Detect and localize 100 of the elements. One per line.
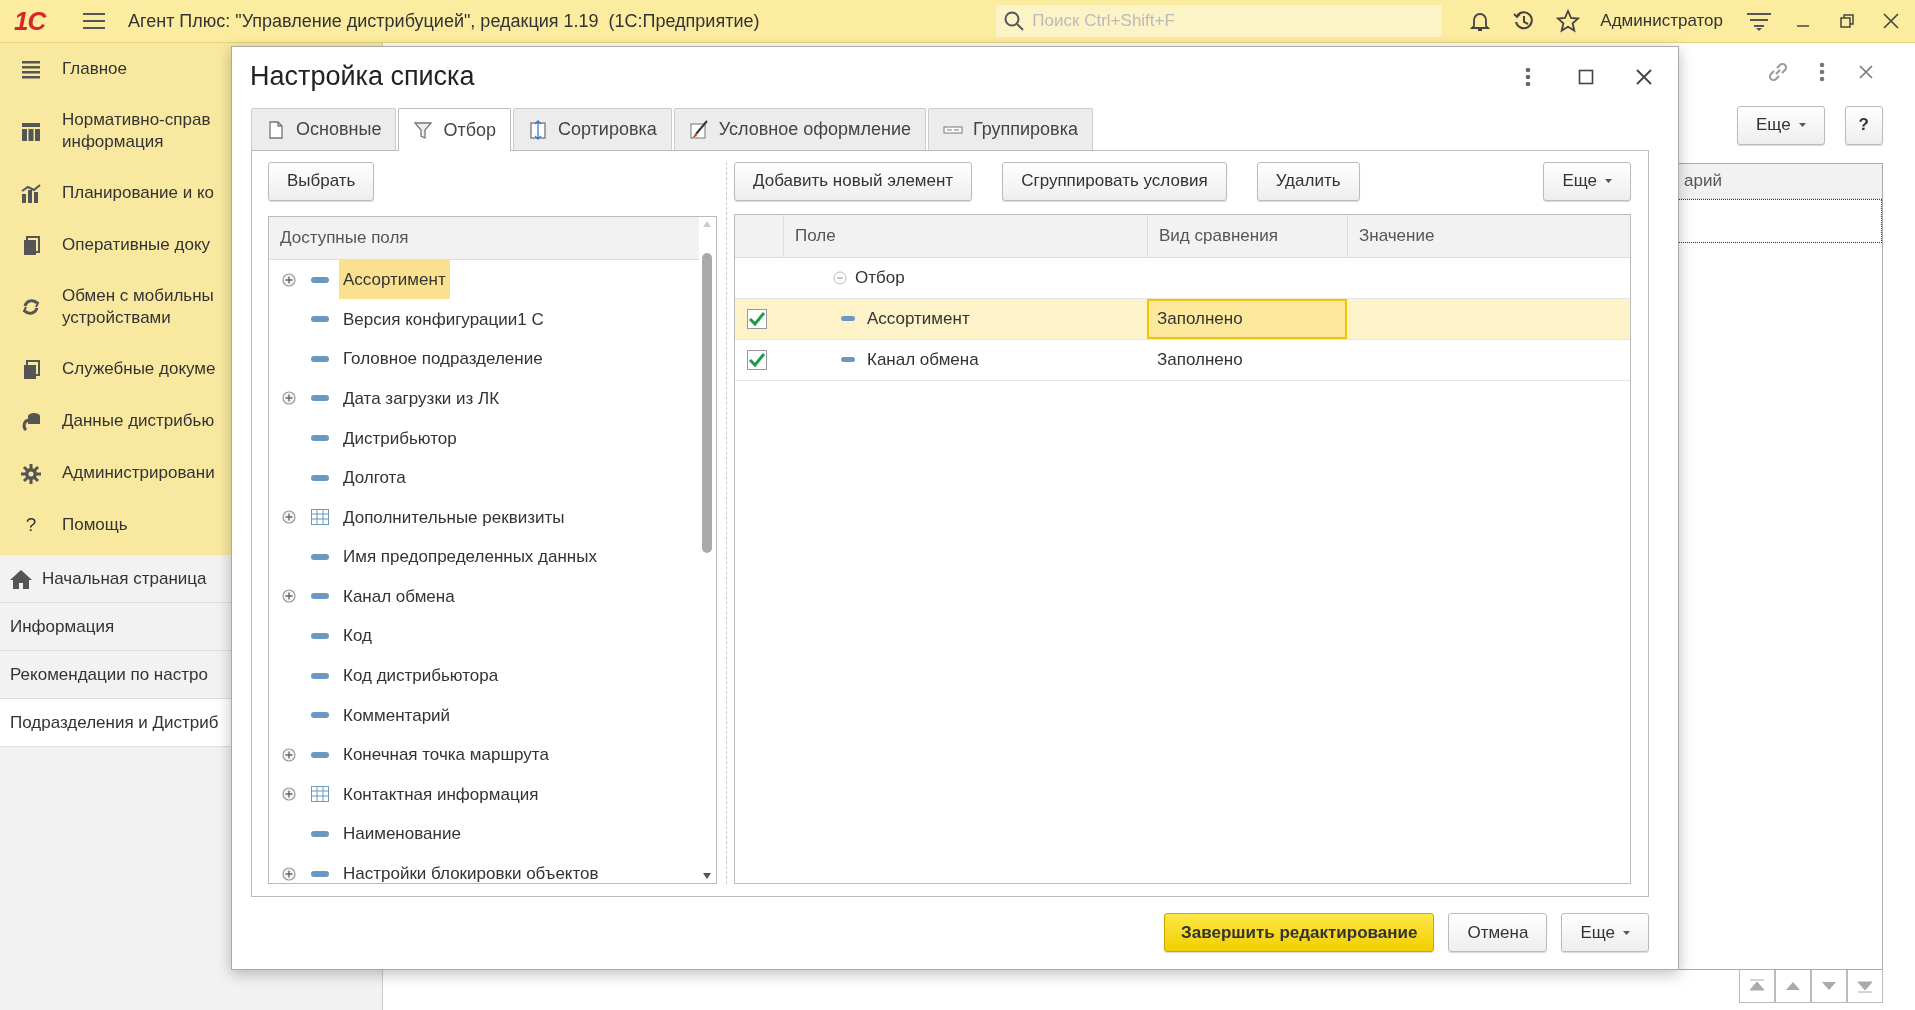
scroll-down-icon[interactable] <box>703 872 711 879</box>
field-name: Конечная точка маршрута <box>342 744 550 767</box>
more-button[interactable]: Еще <box>1737 105 1825 145</box>
last-page-icon[interactable] <box>1847 970 1883 1003</box>
field-icon <box>311 355 329 362</box>
choose-button[interactable]: Выбрать <box>268 161 375 201</box>
field-icon <box>311 316 329 323</box>
field-icon <box>311 395 329 402</box>
field-name: Долгота <box>342 467 407 490</box>
column-header[interactable]: арий <box>1684 171 1722 191</box>
section-item[interactable]: Оперативные доку <box>62 234 211 256</box>
field-icon <box>311 830 329 837</box>
toolbar-button[interactable]: Удалить <box>1256 161 1360 201</box>
table-icon <box>311 509 329 526</box>
expand-icon <box>282 589 296 604</box>
checkbox[interactable] <box>747 308 767 329</box>
column-header[interactable]: Поле <box>795 225 836 246</box>
table-cell: Канал обмена <box>867 349 979 370</box>
section-item[interactable]: Обмен с мобильны устройствами <box>62 285 214 329</box>
caret-icon <box>1605 179 1612 184</box>
table-cell: Заполнено <box>1157 349 1243 370</box>
tree-item[interactable]: Версия конфигурации1 С <box>269 299 716 339</box>
scrollbar[interactable] <box>701 220 713 879</box>
field-icon <box>311 474 329 481</box>
filter-row[interactable]: Ассортимент Заполнено <box>735 298 1630 340</box>
expand-icon <box>282 391 296 406</box>
tab[interactable]: Основные <box>251 108 397 150</box>
expand-icon <box>282 747 296 762</box>
search-icon <box>1004 11 1025 31</box>
more-button[interactable]: Еще <box>1543 161 1631 201</box>
funnel-icon <box>413 120 434 141</box>
tab[interactable]: Отбор <box>398 108 511 151</box>
window-title: Агент Плюс: "Управление дистрибуцией", редакция 1.19 (1С:Предприятие) <box>128 10 760 32</box>
field-icon <box>311 276 329 283</box>
help-button[interactable]: ? <box>1844 105 1883 145</box>
form-title: Рекомендации по настро <box>10 664 208 685</box>
tree-item[interactable]: Наименование <box>269 814 716 854</box>
field-name: Настройки блокировки объектов <box>342 863 600 883</box>
previous-icon[interactable] <box>1775 970 1811 1003</box>
field-name: Контактная информация <box>342 783 540 806</box>
tab[interactable]: Сортировка <box>513 108 672 150</box>
field-name: Головное подразделение <box>342 348 544 371</box>
cancel-button[interactable]: Отмена <box>1448 913 1548 953</box>
field-icon <box>311 672 329 679</box>
home-icon <box>10 568 32 589</box>
toolbar-button[interactable]: Добавить новый элемент <box>734 161 973 201</box>
tab[interactable]: Условное оформление <box>673 108 926 150</box>
tree-item[interactable]: Настройки блокировки объектов <box>269 853 716 883</box>
first-page-icon[interactable] <box>1739 970 1775 1003</box>
column-header[interactable]: Значение <box>1359 225 1435 246</box>
finish-editing-button[interactable]: Завершить редактирование <box>1164 913 1435 953</box>
section-item[interactable]: Нормативно-справ информация <box>62 109 211 153</box>
dialog-title: Настройка списка <box>250 61 475 93</box>
toolbar-button[interactable]: Сгруппировать условия <box>1002 161 1227 201</box>
tree-item[interactable]: Ассортимент <box>269 259 716 300</box>
logo[interactable]: 1С <box>14 5 72 37</box>
field-name: Ассортимент <box>339 260 450 300</box>
brush-icon <box>688 119 709 140</box>
document-icon <box>266 119 286 140</box>
section-item[interactable]: Планирование и ко <box>62 182 215 204</box>
field-icon <box>311 751 329 758</box>
field-name: Код <box>342 625 373 648</box>
field-icon <box>311 553 329 560</box>
tree-item[interactable]: Контактная информация <box>269 774 716 815</box>
tree-item[interactable]: Дополнительные реквизиты <box>269 497 716 537</box>
expand-icon <box>282 787 296 802</box>
column-header[interactable]: Вид сравнения <box>1159 225 1278 246</box>
more-button[interactable]: Еще <box>1561 913 1649 953</box>
sort-icon <box>528 119 548 140</box>
expand-icon <box>282 866 296 881</box>
user-name[interactable]: Администратор <box>1600 11 1723 31</box>
help-glyph[interactable]: ? <box>20 514 42 536</box>
form-title: Начальная страница <box>42 568 207 589</box>
form-title: Информация <box>10 616 115 637</box>
table-cell: Заполнено <box>1157 308 1243 329</box>
section-item[interactable]: Администрировани <box>62 462 215 484</box>
tab[interactable]: Группировка <box>928 108 1093 150</box>
settings-icon <box>20 462 42 484</box>
field-icon <box>841 357 855 363</box>
expand-icon <box>282 272 296 287</box>
form-title: Подразделения и Дистриб <box>10 712 219 733</box>
tree-item[interactable]: Головное подразделение <box>269 339 716 379</box>
tree-item[interactable]: Дистрибьютор <box>269 418 716 458</box>
field-icon <box>311 870 329 877</box>
section-item[interactable]: Служебные докуме <box>62 358 216 380</box>
close-icon <box>1859 65 1873 79</box>
field-name: Наименование <box>342 823 462 846</box>
filter-row[interactable]: Канал обмена Заполнено <box>735 339 1630 381</box>
section-item[interactable]: Данные дистрибью <box>62 410 215 432</box>
field-icon <box>841 316 855 322</box>
search-field[interactable]: Поиск Ctrl+Shift+F <box>996 5 1443 37</box>
section-item[interactable]: Помощь <box>62 514 128 536</box>
field-name: Версия конфигурации1 С <box>342 308 545 331</box>
list-icon <box>20 58 42 80</box>
checkbox[interactable] <box>747 349 767 370</box>
tree-item[interactable]: Дата загрузки из ЛК <box>269 378 716 419</box>
sync-icon <box>20 296 42 318</box>
section-item[interactable]: Главное <box>62 58 127 80</box>
tree-item[interactable]: Долгота <box>269 457 716 498</box>
next-icon[interactable] <box>1811 970 1847 1003</box>
